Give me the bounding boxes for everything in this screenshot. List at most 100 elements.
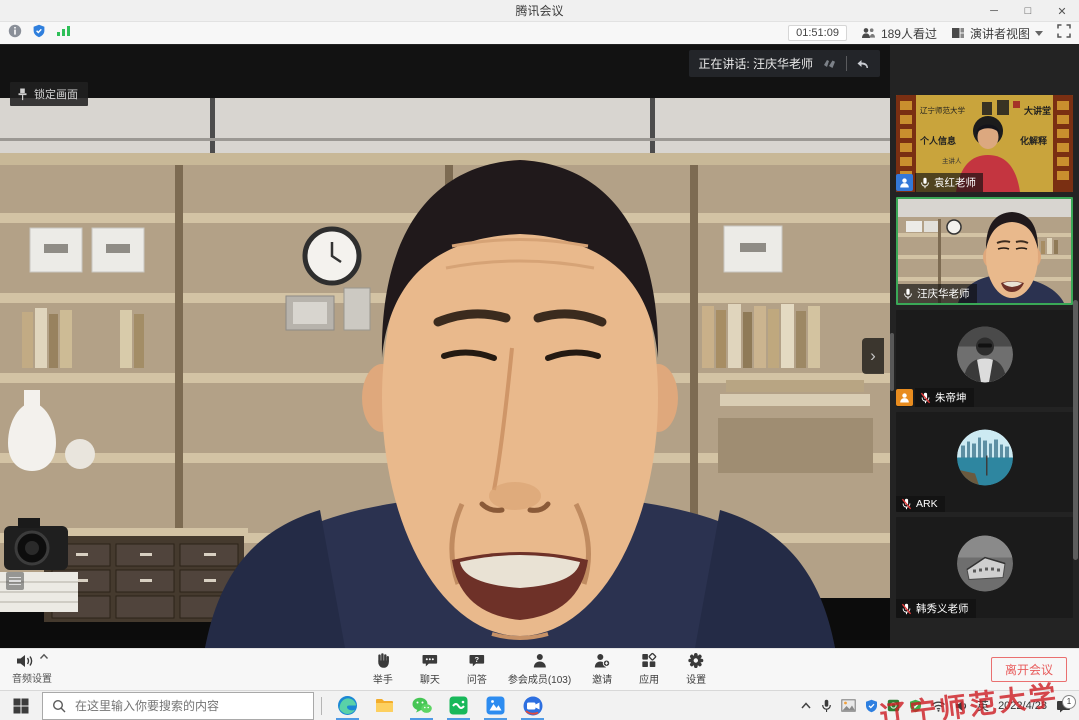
chevron-up-icon[interactable] <box>39 653 49 660</box>
windows-taskbar: 英 2022/4/28 1 <box>0 690 1079 720</box>
viewers-count[interactable]: 189人看过 <box>861 25 937 42</box>
minimize-button[interactable]: ─ <box>977 0 1011 22</box>
chevron-down-icon <box>1035 31 1043 36</box>
close-button[interactable]: ✕ <box>1045 0 1079 22</box>
poster-line2-right: 化解释 <box>1020 135 1048 146</box>
taskbar-search[interactable] <box>42 692 314 720</box>
banner-divider <box>846 56 847 71</box>
status-strip: 01:51:09 189人看过 演讲者视图 <box>0 22 1079 45</box>
mic-active-icon <box>903 288 913 300</box>
mic-muted-icon <box>920 392 931 404</box>
poster-line3: 主讲人 <box>942 156 962 165</box>
poster-line2-left: 个人信息 <box>919 135 956 146</box>
start-button[interactable] <box>0 691 42 720</box>
network-signal-icon[interactable] <box>56 24 71 42</box>
audio-settings-button[interactable]: 音频设置 <box>12 653 52 685</box>
info-icon[interactable] <box>8 24 22 43</box>
svg-text:?: ? <box>475 655 480 664</box>
apps-button[interactable]: 应用 <box>633 652 665 686</box>
participant-name: ARK <box>916 498 938 510</box>
tray-shield-green-icon[interactable] <box>909 699 922 713</box>
chat-button[interactable]: 聊天 <box>414 652 446 686</box>
gear-icon <box>688 652 705 669</box>
taskbar-app-edge[interactable] <box>329 691 366 720</box>
mic-muted-icon <box>901 603 912 615</box>
apps-icon <box>641 652 658 669</box>
search-icon <box>52 699 66 713</box>
tray-green-square-icon[interactable] <box>887 699 900 712</box>
search-input[interactable] <box>73 698 304 714</box>
mic-muted-icon <box>901 498 912 510</box>
notification-center-icon[interactable]: 1 <box>1056 699 1071 713</box>
participant-tile[interactable]: 朱帝坤 <box>896 310 1073 407</box>
wechat-icon <box>411 696 433 716</box>
tray-shield-blue-icon[interactable] <box>865 699 878 713</box>
taskbar-app-green[interactable] <box>440 691 477 720</box>
taskbar-app-file-explorer[interactable] <box>366 691 403 720</box>
participant-tile[interactable]: ARK <box>896 412 1073 512</box>
speaking-label: 正在讲话: 汪庆华老师 <box>698 55 813 72</box>
participant-name: 汪庆华老师 <box>917 286 970 301</box>
green-app-icon <box>448 695 469 716</box>
presenter-person-icon <box>896 174 913 191</box>
taskbar-app-meeting[interactable] <box>514 691 551 720</box>
avatar <box>957 326 1013 382</box>
invite-button[interactable]: 邀请 <box>586 652 618 686</box>
sidebar-resize-grip[interactable] <box>890 333 894 391</box>
meeting-timer: 01:51:09 <box>788 25 847 41</box>
view-mode-selector[interactable]: 演讲者视图 <box>951 25 1043 42</box>
collapse-arrow-icon[interactable] <box>855 56 871 71</box>
speaking-banner: 正在讲话: 汪庆华老师 <box>689 50 880 77</box>
next-page-chevron[interactable]: › <box>862 338 884 374</box>
sidebar-scrollbar[interactable] <box>1073 300 1078 560</box>
main-speaker-video <box>0 98 890 648</box>
lock-view-label: 锁定画面 <box>34 86 78 102</box>
blue-app-icon <box>485 695 506 716</box>
tray-mic-icon[interactable] <box>821 699 832 713</box>
audio-settings-label: 音频设置 <box>12 670 52 685</box>
settings-button[interactable]: 设置 <box>680 652 712 686</box>
participant-tile[interactable]: 韩秀义老师 <box>896 517 1073 618</box>
folder-icon <box>374 695 395 716</box>
layout-icon <box>951 27 965 39</box>
lock-view-badge[interactable]: 锁定画面 <box>10 82 88 106</box>
taskbar-app-wechat[interactable] <box>403 691 440 720</box>
participant-name: 朱帝坤 <box>935 390 967 405</box>
window-title: 腾讯会议 <box>515 2 563 19</box>
security-shield-icon[interactable] <box>32 24 46 43</box>
chat-icon <box>421 652 438 669</box>
attendee-person-icon <box>896 389 913 406</box>
avatar <box>957 430 1013 486</box>
raise-hand-button[interactable]: 举手 <box>367 652 399 686</box>
participant-tile-active-speaker[interactable]: 汪庆华老师 <box>896 197 1073 305</box>
tray-chevron-up-icon[interactable] <box>800 701 812 710</box>
avatar <box>957 535 1013 591</box>
participant-name: 袁红老师 <box>934 175 976 190</box>
meeting-toolbar: 音频设置 举手 <box>0 648 1079 690</box>
leave-meeting-button[interactable]: 离开会议 <box>991 657 1067 682</box>
qa-button[interactable]: ? 问答 <box>461 652 493 686</box>
viewers-icon <box>861 27 876 39</box>
meeting-app-icon <box>522 695 544 717</box>
list-toggle-icon[interactable] <box>6 572 24 590</box>
volume-icon[interactable] <box>955 700 968 712</box>
fullscreen-icon[interactable] <box>1057 24 1071 43</box>
tencent-meeting-window: 腾讯会议 ─ □ ✕ 01:51:09 189人看过 <box>0 0 1079 720</box>
mic-on-icon <box>920 177 930 189</box>
poster-title-left: 辽宁师范大学 <box>920 105 965 115</box>
participants-button[interactable]: 参会成员(103) <box>508 652 571 686</box>
pin-icon <box>17 88 28 101</box>
tray-photo-icon[interactable] <box>841 699 856 712</box>
participant-tile[interactable]: 辽宁师范大学 大讲堂 个人信息 化解释 主讲人 <box>896 95 1073 192</box>
taskbar-date[interactable]: 2022/4/28 <box>998 700 1047 712</box>
maximize-button[interactable]: □ <box>1011 0 1045 22</box>
edge-icon <box>337 695 358 716</box>
invite-icon <box>594 652 611 669</box>
participants-sidebar: 辽宁师范大学 大讲堂 个人信息 化解释 主讲人 <box>890 45 1079 648</box>
input-language-indicator[interactable]: 英 <box>977 697 989 714</box>
poster-title-right: 大讲堂 <box>1024 105 1051 116</box>
wifi-icon[interactable] <box>931 700 946 712</box>
taskbar-app-blue[interactable] <box>477 691 514 720</box>
participant-name: 韩秀义老师 <box>916 601 969 616</box>
notification-badge: 1 <box>1062 695 1076 709</box>
